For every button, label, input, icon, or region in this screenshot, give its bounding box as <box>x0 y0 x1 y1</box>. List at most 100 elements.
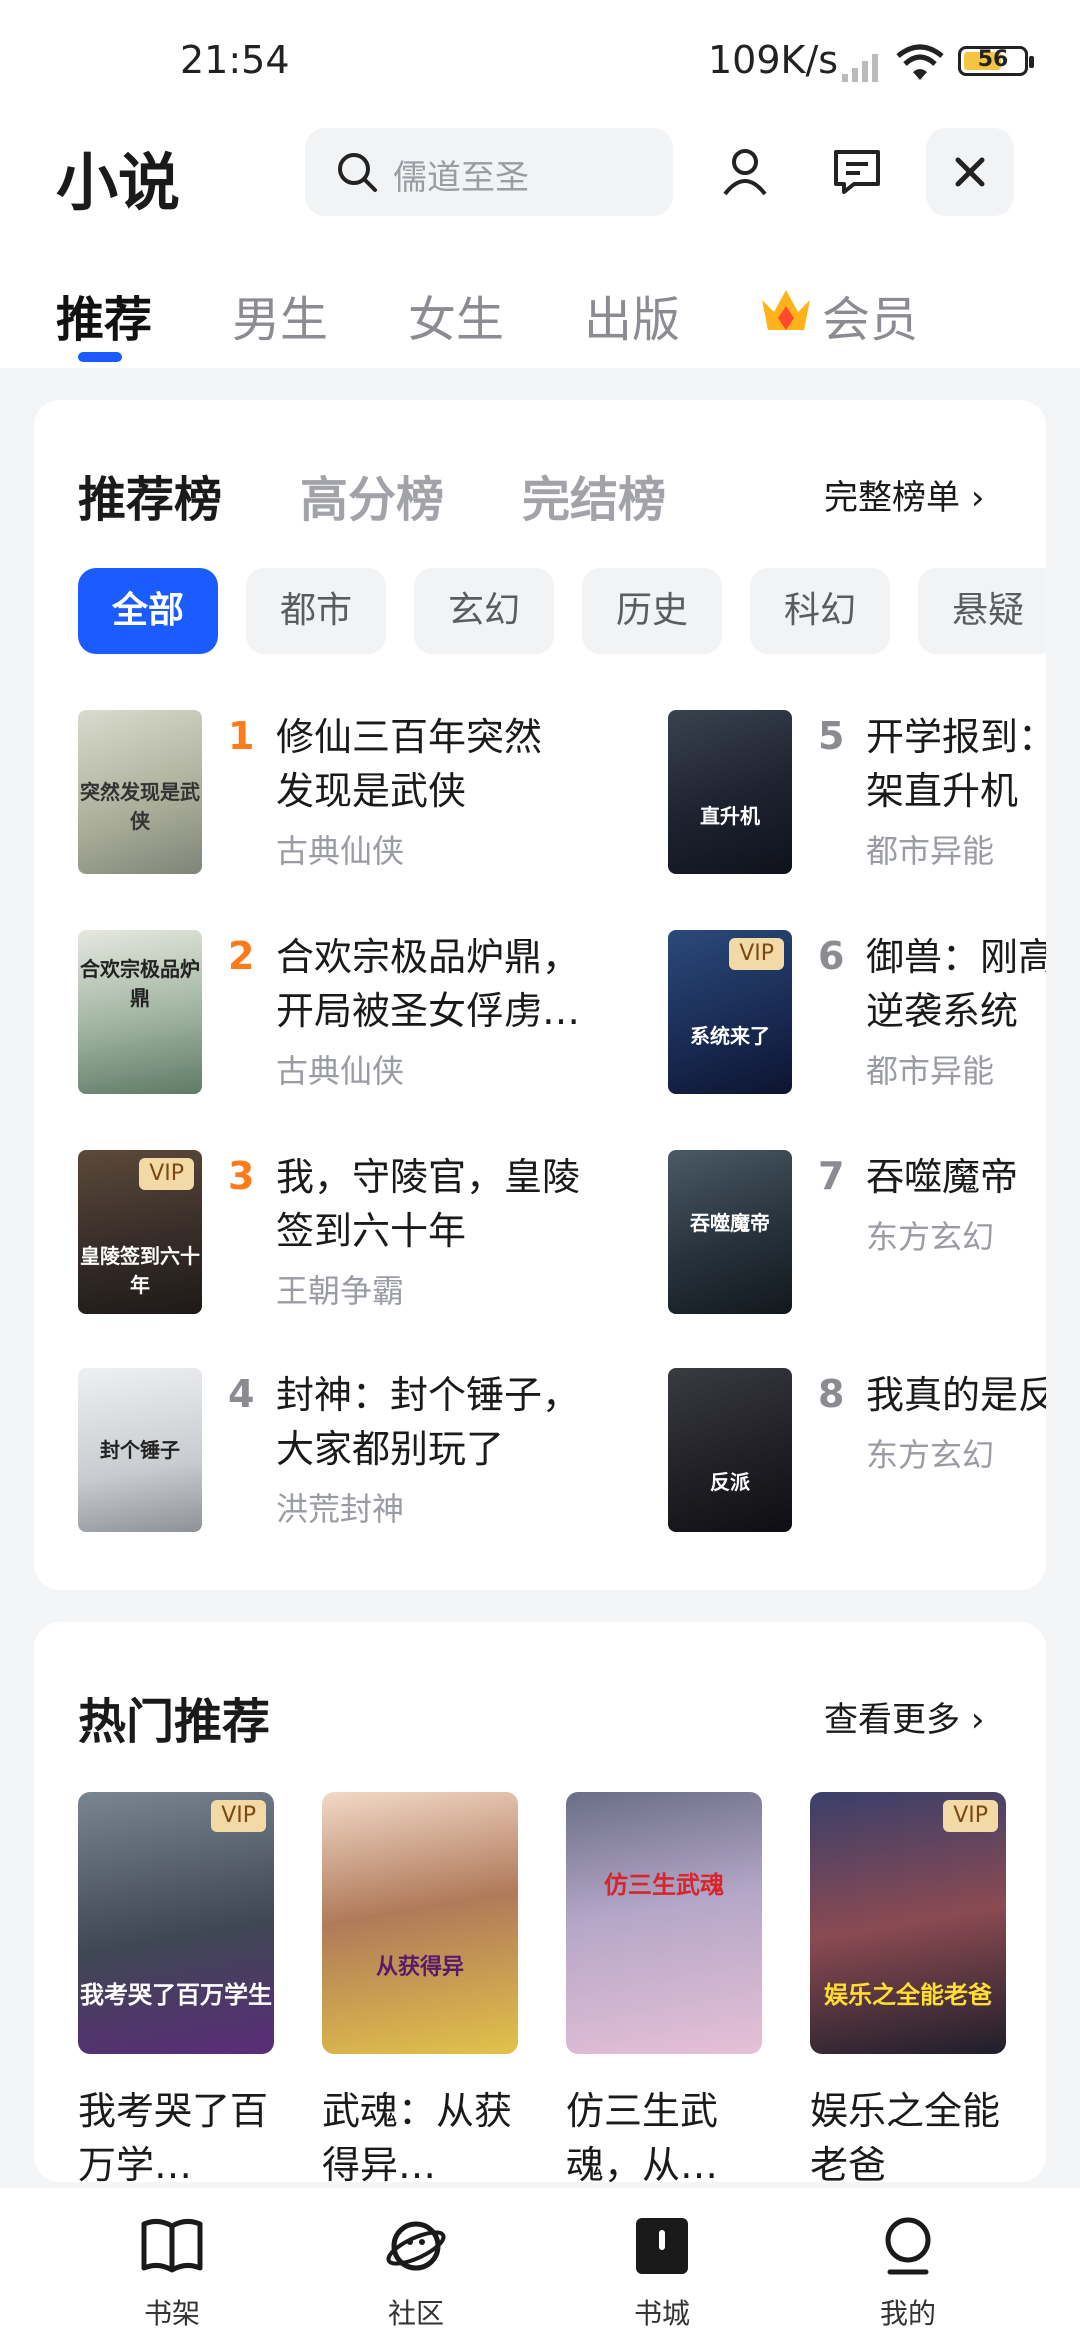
book-cover: VIP 娱乐之全能老爸 <box>810 1792 1006 2054</box>
network-speed: 109K/s <box>708 38 839 82</box>
vip-badge: VIP <box>943 1800 998 1832</box>
nav-me[interactable]: 我的 <box>828 2188 988 2340</box>
book-category: 古典仙侠 <box>276 832 405 870</box>
search-placeholder: 儒道至圣 <box>393 158 529 198</box>
status-time: 21:54 <box>180 38 290 82</box>
book-title: 吞噬魔帝 <box>866 1155 1019 1199</box>
cover-title: 突然发现是武侠 <box>80 779 200 833</box>
chip-fantasy[interactable]: 玄幻 <box>414 568 554 654</box>
message-icon <box>834 150 880 194</box>
nav-bookstore[interactable]: 书城 <box>582 2188 742 2340</box>
active-tab-indicator <box>78 352 122 362</box>
status-bar: 21:54 109K/s 56 <box>0 0 1080 120</box>
tab-published[interactable]: 出版 <box>584 280 680 350</box>
cover-title: 我考哭了百万学生 <box>80 1981 272 2010</box>
book-category: 古典仙侠 <box>276 1052 405 1090</box>
rank-item-5[interactable]: 直升机 5 开学报到：一架直升机 都市异能 <box>668 710 1046 880</box>
rank-number: 1 <box>228 714 255 758</box>
cover-title: 从获得异 <box>375 1955 464 1981</box>
book-cover: 合欢宗极品炉鼎 <box>78 930 202 1094</box>
cover-title: 封个锤子 <box>100 1437 180 1462</box>
cover-title: 反派 <box>710 1470 750 1495</box>
nav-label: 书架 <box>143 2297 200 2330</box>
nav-label: 书城 <box>633 2297 690 2330</box>
rank-item-7[interactable]: 吞噬魔帝 7 吞噬魔帝 东方玄幻 <box>668 1150 1046 1320</box>
messages-button[interactable] <box>810 128 898 216</box>
book-cover: 封个锤子 <box>78 1368 202 1532</box>
rank-number: 2 <box>228 934 255 978</box>
vip-badge: VIP <box>211 1800 266 1832</box>
see-more-label: 查看更多 <box>824 1700 960 1740</box>
see-more-link[interactable]: 查看更多 › <box>824 1692 984 1741</box>
profile-icon <box>885 2217 931 2275</box>
rank-number: 6 <box>818 934 845 978</box>
vip-badge: VIP <box>139 1158 194 1190</box>
main-tabs: 推荐 男生 女生 出版 会员 <box>0 270 1080 370</box>
book-icon <box>141 2218 203 2273</box>
book-category: 东方玄幻 <box>866 1218 995 1256</box>
ranking-card: 推荐榜 高分榜 完结榜 完整榜单 › 全部 都市 玄幻 历史 科幻 悬疑 突然发… <box>34 400 1046 1590</box>
rank-item-3[interactable]: VIP 皇陵签到六十年 3 我，守陵官，皇陵签到六十年 王朝争霸 <box>78 1150 580 1320</box>
cover-title: 系统来了 <box>690 1024 770 1049</box>
chip-mystery[interactable]: 悬疑 <box>918 568 1046 654</box>
rank-item-8[interactable]: 反派 8 我真的是反派 东方玄幻 <box>668 1368 1046 1538</box>
book-cover: VIP 我考哭了百万学生 <box>78 1792 274 2054</box>
book-cover: VIP 皇陵签到六十年 <box>78 1150 202 1314</box>
book-title: 开学报到：一架直升机 <box>866 715 1046 813</box>
close-icon <box>955 157 985 187</box>
full-list-link[interactable]: 完整榜单 › <box>824 470 984 519</box>
book-title: 修仙三百年突然发现是武侠 <box>276 715 543 813</box>
book-cover: 吞噬魔帝 <box>668 1150 792 1314</box>
book-category: 东方玄幻 <box>866 1436 995 1474</box>
nav-bookshelf[interactable]: 书架 <box>92 2188 252 2340</box>
tab-completed-list[interactable]: 完结榜 <box>522 460 666 530</box>
search-input[interactable]: 儒道至圣 <box>305 128 673 216</box>
rank-item-1[interactable]: 突然发现是武侠 1 修仙三百年突然发现是武侠 古典仙侠 <box>78 710 558 880</box>
cover-title: 娱乐之全能老爸 <box>824 1981 992 2010</box>
book-cover: 反派 <box>668 1368 792 1532</box>
book-category: 都市异能 <box>866 832 995 870</box>
chip-all[interactable]: 全部 <box>78 568 218 654</box>
profile-button[interactable] <box>700 128 788 216</box>
book-title: 我考哭了百万学… <box>78 2089 269 2182</box>
nav-label: 社区 <box>387 2297 444 2330</box>
wifi-icon <box>896 44 944 80</box>
book-title: 合欢宗极品炉鼎，开局被圣女俘虏… <box>276 935 581 1033</box>
book-title: 仿三生武魂，从… <box>566 2089 719 2182</box>
nav-community[interactable]: 社区 <box>336 2188 496 2340</box>
search-icon <box>338 153 377 192</box>
planet-icon <box>386 2221 446 2271</box>
cover-title: 仿三生武魂 <box>604 1871 724 1900</box>
nav-label: 我的 <box>879 2297 936 2330</box>
book-title: 我真的是反派 <box>866 1373 1046 1417</box>
book-category: 都市异能 <box>866 1052 995 1090</box>
battery-level: 56 <box>977 47 1009 72</box>
section-title: 热门推荐 <box>78 1694 271 1750</box>
rank-item-2[interactable]: 合欢宗极品炉鼎 2 合欢宗极品炉鼎，开局被圣女俘虏… 古典仙侠 <box>78 930 580 1100</box>
tab-male[interactable]: 男生 <box>232 280 328 350</box>
rank-number: 7 <box>818 1154 845 1198</box>
chip-scifi[interactable]: 科幻 <box>750 568 890 654</box>
full-list-label: 完整榜单 <box>824 478 960 518</box>
book-category: 王朝争霸 <box>276 1272 405 1310</box>
signal-icon <box>842 54 878 82</box>
cover-title: 吞噬魔帝 <box>690 1211 770 1236</box>
rank-item-4[interactable]: 封个锤子 4 封神：封个锤子，大家都别玩了 洪荒封神 <box>78 1368 580 1538</box>
book-cover: VIP 系统来了 <box>668 930 792 1094</box>
tab-recommend[interactable]: 推荐 <box>56 280 152 350</box>
rank-item-6[interactable]: VIP 系统来了 6 御兽：刚高年逆袭系统 都市异能 <box>668 930 1046 1100</box>
book-title: 武魂：从获得异… <box>322 2089 513 2182</box>
tab-top-rated-list[interactable]: 高分榜 <box>300 460 444 530</box>
category-chips: 全部 都市 玄幻 历史 科幻 悬疑 <box>78 568 1046 658</box>
rank-number: 8 <box>818 1372 845 1416</box>
close-button[interactable] <box>926 128 1014 216</box>
tab-vip[interactable]: 会员 <box>822 280 918 350</box>
tab-recommend-list[interactable]: 推荐榜 <box>78 460 222 530</box>
vip-badge: VIP <box>729 938 784 970</box>
chip-history[interactable]: 历史 <box>582 568 722 654</box>
chip-urban[interactable]: 都市 <box>246 568 386 654</box>
cover-title: 直升机 <box>700 804 760 829</box>
rank-number: 5 <box>818 714 845 758</box>
tab-female[interactable]: 女生 <box>408 280 504 350</box>
cover-title: 皇陵签到六十年 <box>80 1244 200 1298</box>
